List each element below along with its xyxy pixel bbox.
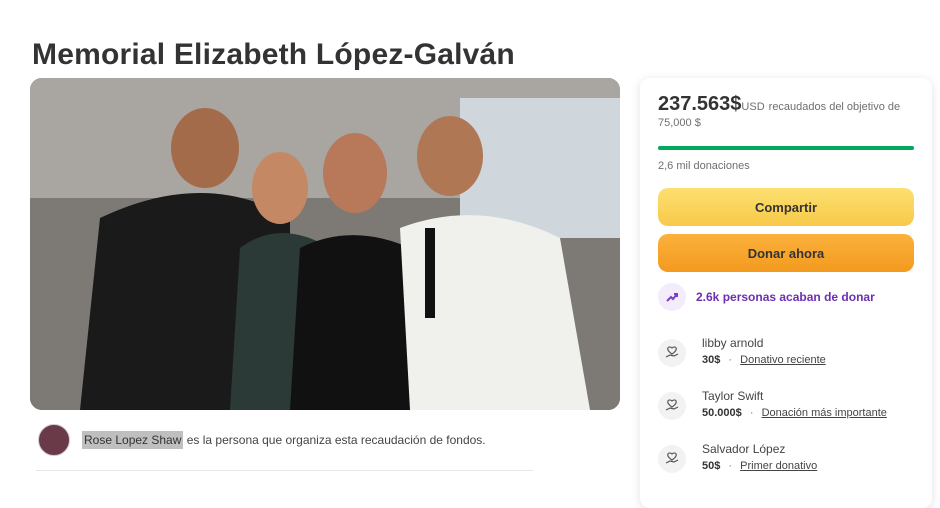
trend-up-icon (658, 283, 686, 311)
organizer-text: Rose Lopez Shaw es la persona que organi… (82, 431, 486, 449)
recent-donations-text: 2.6k personas acaban de donar (696, 290, 875, 304)
donor-item: Salvador López 50$ · Primer donativo (658, 442, 918, 473)
raised-amount: 237.563$ (658, 93, 742, 115)
donation-card: 237.563$USD recaudados del objetivo de 75… (640, 78, 932, 508)
progress-fill (658, 146, 914, 150)
campaign-photo[interactable] (30, 78, 620, 410)
organizer-name-link[interactable]: Rose Lopez Shaw (82, 431, 184, 449)
hand-heart-icon (658, 339, 686, 367)
donate-now-button[interactable]: Donar ahora (658, 234, 914, 272)
separator: · (728, 460, 733, 472)
donor-tag-link[interactable]: Donativo reciente (740, 354, 826, 366)
share-button[interactable]: Compartir (658, 188, 914, 226)
donor-amount: 50$ (702, 460, 721, 472)
recent-donations-banner: 2.6k personas acaban de donar (658, 283, 875, 311)
donor-tag-link[interactable]: Primer donativo (740, 460, 817, 472)
donor-list: libby arnold 30$ · Donativo reciente Tay… (658, 336, 918, 495)
donor-item: Taylor Swift 50.000$ · Donación más impo… (658, 389, 918, 420)
organizer-description: es la persona que organiza esta recaudac… (186, 433, 486, 447)
donor-tag-link[interactable]: Donación más importante (762, 407, 887, 419)
hand-heart-icon (658, 392, 686, 420)
separator: · (749, 407, 754, 419)
donor-amount: 50.000$ (702, 407, 742, 419)
raised-info: 237.563$USD recaudados del objetivo de 75… (658, 93, 914, 131)
hand-heart-icon (658, 445, 686, 473)
organizer-info: Rose Lopez Shaw es la persona que organi… (38, 424, 486, 456)
donations-count: 2,6 mil donaciones (658, 160, 750, 172)
page-title: Memorial Elizabeth López-Galván (32, 38, 515, 72)
donor-name: libby arnold (702, 336, 764, 350)
currency: USD (741, 101, 765, 113)
organizer-avatar[interactable] (38, 424, 70, 456)
separator: · (728, 354, 733, 366)
donor-name: Taylor Swift (702, 389, 764, 403)
donor-amount: 30$ (702, 354, 721, 366)
progress-bar (658, 146, 914, 150)
donor-item: libby arnold 30$ · Donativo reciente (658, 336, 918, 367)
donor-name: Salvador López (702, 442, 786, 456)
divider (36, 470, 533, 471)
family-photo-image (30, 78, 620, 410)
